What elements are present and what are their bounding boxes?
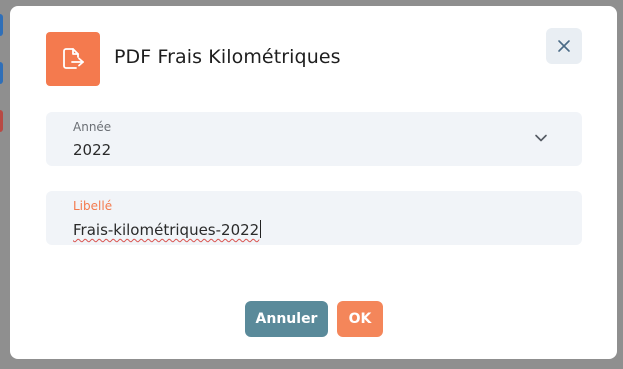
libelle-value: Frais-kilométriques-2022 [73,221,260,239]
text-caret [260,220,262,238]
chevron-down-icon [535,134,547,142]
background-tab [0,14,3,36]
libelle-input[interactable]: Frais-kilométriques-2022 [73,220,262,239]
libelle-field[interactable]: Libellé Frais-kilométriques-2022 [46,191,582,245]
dialog-title: PDF Frais Kilométriques [114,46,341,68]
year-select[interactable]: Année 2022 [46,112,582,166]
cancel-button[interactable]: Annuler [245,301,328,337]
close-button[interactable] [546,28,582,64]
year-value: 2022 [73,141,112,159]
file-export-icon [46,32,100,86]
background-tab [0,110,3,132]
pdf-dialog: PDF Frais Kilométriques Année 2022 Libel… [10,6,617,359]
background-tab [0,62,3,84]
libelle-label: Libellé [73,199,113,213]
year-label: Année [73,120,112,134]
close-icon [558,40,570,52]
ok-button[interactable]: OK [337,301,383,337]
